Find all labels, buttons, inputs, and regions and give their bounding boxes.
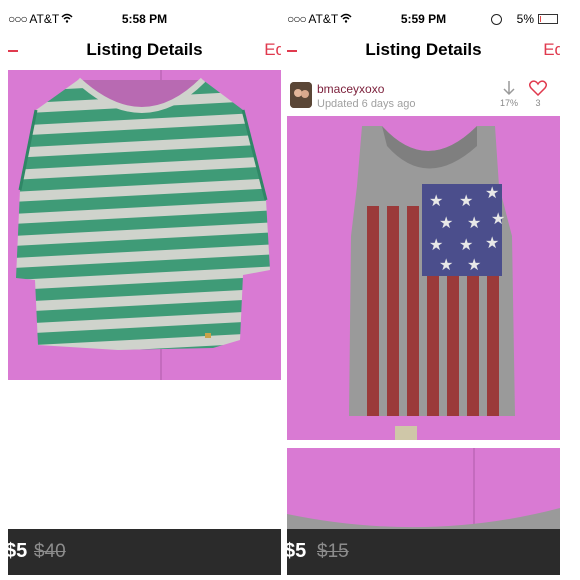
svg-text:★: ★ [485, 183, 499, 202]
page-title: Listing Details [365, 40, 482, 59]
listing-photo[interactable]: ★ ★ ★ ★ ★ ★ ★ ★ ★ ★ ★ [287, 116, 560, 440]
seller-header: bmaceyxoxo Updated 6 days ago 17% 3 8 [287, 70, 560, 116]
status-bar: ○○○ AT&T 5:59 PM 5% [287, 8, 560, 30]
comments-stat[interactable]: 8 [555, 80, 560, 108]
battery-icon [538, 14, 558, 24]
original-price: $40 [34, 541, 66, 562]
svg-text:★: ★ [459, 235, 473, 254]
price-bar: $5 $40 [8, 529, 281, 575]
status-time: 5:58 PM [121, 12, 168, 26]
seller-username[interactable]: bmaceyxoxo [317, 82, 384, 96]
svg-text:★: ★ [491, 209, 505, 228]
page-title: Listing Details [86, 40, 203, 59]
svg-text:★: ★ [467, 255, 481, 274]
svg-text:★: ★ [439, 213, 453, 232]
price-bar: $5 $15 [287, 529, 560, 575]
battery-percent: 5% [516, 12, 534, 26]
avatar[interactable] [290, 82, 312, 108]
svg-text:★: ★ [439, 255, 453, 274]
left-screenshot: ○○○ AT&T 5:58 PM 5% Listing Details Ed [8, 8, 281, 575]
current-price: $5 [287, 540, 307, 562]
edit-button[interactable]: Ed [264, 40, 281, 60]
price-drop-value: 17% [499, 98, 518, 108]
price-drop-stat: 17% [497, 80, 521, 108]
svg-text:★: ★ [429, 235, 443, 254]
listing-photo[interactable] [8, 70, 281, 380]
original-price: $15 [317, 541, 349, 562]
status-bar: ○○○ AT&T 5:58 PM 5% [8, 8, 281, 30]
svg-text:★: ★ [459, 191, 473, 210]
nav-bar: Listing Details Ed [287, 30, 560, 70]
right-screenshot: ○○○ AT&T 5:59 PM 5% Listing Details Ed b… [287, 8, 560, 575]
heart-icon[interactable] [529, 80, 547, 96]
updated-time: Updated 6 days ago [317, 98, 416, 110]
down-arrow-icon [503, 81, 515, 96]
edit-button[interactable]: Ed [543, 40, 560, 60]
lock-icon [491, 14, 502, 25]
svg-text:★: ★ [485, 233, 499, 252]
nav-bar: Listing Details Ed [8, 30, 281, 70]
likes-count: 3 [535, 98, 541, 108]
comment-icon[interactable] [559, 80, 560, 96]
listing-photo-2[interactable] [287, 448, 560, 529]
svg-text:★: ★ [467, 213, 481, 232]
current-price: $5 [8, 540, 28, 562]
svg-text:★: ★ [429, 191, 443, 210]
likes-stat[interactable]: 3 [526, 80, 550, 108]
